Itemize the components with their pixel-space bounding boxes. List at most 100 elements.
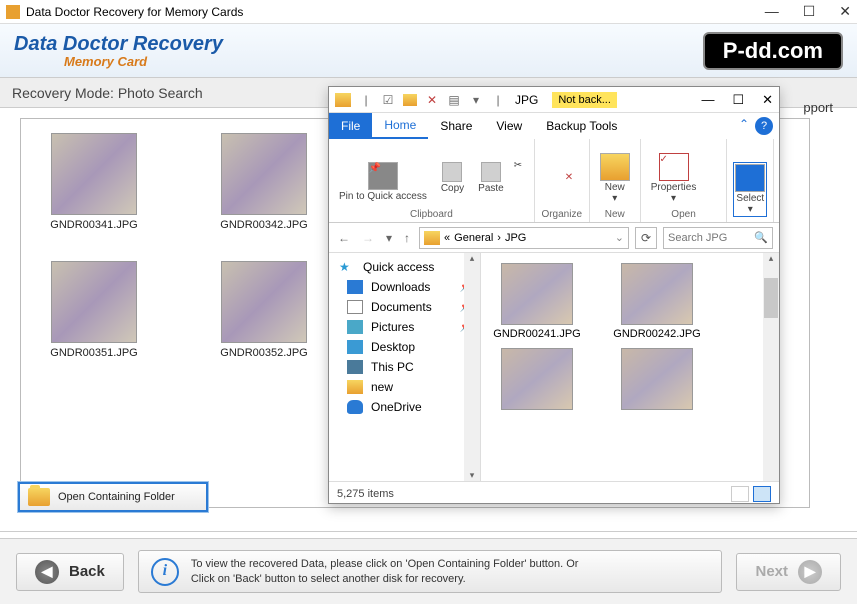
file-explorer-window: | ☑ ✕ ▤ ▾ | JPG Not back... — ☐ ✕ File H… — [328, 86, 780, 504]
support-button-partial[interactable]: pport — [803, 100, 833, 115]
sidebar-item-documents[interactable]: Documents📌 — [329, 297, 480, 317]
select-icon — [735, 164, 765, 192]
details-view-button[interactable] — [731, 486, 749, 502]
minimize-button[interactable]: — — [765, 3, 779, 20]
nav-up-button[interactable]: ↑ — [401, 231, 413, 245]
sidebar-item-desktop[interactable]: Desktop — [329, 337, 480, 357]
qat-dropdown-icon[interactable]: ▾ — [469, 93, 483, 107]
recovered-thumb[interactable]: GNDR00341.JPG — [39, 133, 149, 231]
sidebar-item-new[interactable]: new — [329, 377, 480, 397]
help-icon[interactable]: ? — [755, 117, 773, 135]
app-title: Data Doctor Recovery for Memory Cards — [26, 5, 243, 19]
properties-button[interactable]: ✓Properties▾ — [647, 151, 701, 206]
photo-thumbnail — [621, 263, 693, 325]
explorer-address-bar: ← → ▾ ↑ « General › JPG ⌄ ⟳ Search JPG 🔍 — [329, 223, 779, 253]
edit-icon[interactable] — [706, 165, 720, 177]
breadcrumb-dropdown-icon[interactable]: ⌄ — [615, 231, 624, 244]
explorer-ribbon: 📌Pin to Quick access Copy Paste ✂ Clipbo… — [329, 139, 779, 223]
explorer-statusbar: 5,275 items — [329, 481, 779, 505]
photo-thumbnail — [51, 133, 137, 215]
thumbnails-view-button[interactable] — [753, 486, 771, 502]
breadcrumb-segment[interactable]: General — [454, 232, 493, 244]
folder-icon — [28, 488, 50, 506]
tab-view[interactable]: View — [484, 113, 534, 139]
refresh-button[interactable]: ⟳ — [635, 227, 657, 249]
recovered-thumb[interactable]: GNDR00351.JPG — [39, 261, 149, 359]
new-folder-icon — [600, 153, 630, 181]
photo-thumbnail — [221, 261, 307, 343]
ribbon-collapse-icon[interactable]: ⌃ — [739, 117, 749, 139]
copy-button[interactable]: Copy — [437, 160, 468, 197]
next-arrow-icon: ▶ — [798, 560, 822, 584]
delete-icon[interactable]: ✕ — [565, 172, 583, 188]
rename-icon[interactable] — [565, 190, 583, 206]
recovered-thumb[interactable]: GNDR00352.JPG — [209, 261, 319, 359]
qat-checkbox-icon[interactable]: ☑ — [381, 93, 395, 107]
nav-recent-dropdown[interactable]: ▾ — [383, 231, 395, 245]
item-count: 5,275 items — [337, 488, 394, 500]
sidebar-item-onedrive[interactable]: OneDrive — [329, 397, 480, 417]
qat-separator: | — [491, 93, 505, 107]
sidebar-item-pictures[interactable]: Pictures📌 — [329, 317, 480, 337]
copy-path-icon[interactable] — [514, 176, 528, 190]
folder-icon — [424, 231, 440, 245]
close-button[interactable]: ✕ — [839, 3, 851, 20]
tab-share[interactable]: Share — [428, 113, 484, 139]
explorer-minimize-button[interactable]: — — [701, 92, 714, 108]
this-pc-icon — [347, 360, 363, 374]
pin-to-quick-access-button[interactable]: 📌Pin to Quick access — [335, 160, 431, 205]
recovered-thumb[interactable]: GNDR00342.JPG — [209, 133, 319, 231]
explorer-maximize-button[interactable]: ☐ — [732, 92, 744, 108]
paste-button[interactable]: Paste — [474, 160, 508, 197]
sidebar-scrollbar[interactable]: ▴▾ — [464, 253, 480, 481]
file-item[interactable]: GNDR00242.JPG — [609, 263, 705, 340]
open-icon[interactable] — [706, 151, 720, 163]
history-icon[interactable] — [706, 179, 720, 191]
file-item[interactable]: GNDR00241.JPG — [489, 263, 585, 340]
documents-icon — [347, 300, 363, 314]
explorer-sidebar: ★Quick access Downloads📌 Documents📌 Pict… — [329, 253, 481, 481]
sidebar-item-this-pc[interactable]: This PC — [329, 357, 480, 377]
search-input[interactable]: Search JPG 🔍 — [663, 227, 773, 249]
pictures-icon — [347, 320, 363, 334]
app-icon — [6, 5, 20, 19]
file-pane-scrollbar[interactable]: ▴ — [763, 253, 779, 481]
tab-home[interactable]: Home — [372, 113, 428, 139]
properties-icon: ✓ — [659, 153, 689, 181]
maximize-button[interactable]: ☐ — [803, 3, 816, 20]
select-button[interactable]: Select▾ — [733, 162, 767, 217]
app-logo: Data Doctor Recovery Memory Card — [14, 33, 223, 69]
copy-to-icon[interactable] — [541, 190, 559, 206]
nav-back-button[interactable]: ← — [335, 231, 353, 245]
qat-separator: | — [359, 93, 373, 107]
new-folder-button[interactable]: New▾ — [596, 151, 634, 206]
explorer-file-pane[interactable]: GNDR00241.JPG GNDR00242.JPG ▴ — [481, 253, 779, 481]
explorer-titlebar[interactable]: | ☑ ✕ ▤ ▾ | JPG Not back... — ☐ ✕ — [329, 87, 779, 113]
main-titlebar: Data Doctor Recovery for Memory Cards — … — [0, 0, 857, 24]
breadcrumb[interactable]: « General › JPG ⌄ — [419, 227, 629, 249]
folder-icon — [347, 380, 363, 394]
downloads-icon — [347, 280, 363, 294]
file-item[interactable] — [489, 348, 585, 410]
back-button[interactable]: ◀ Back — [16, 553, 124, 591]
cut-icon[interactable]: ✂ — [514, 160, 528, 174]
move-to-icon[interactable] — [541, 172, 559, 188]
folder-icon[interactable] — [403, 94, 417, 106]
open-containing-folder-button[interactable]: Open Containing Folder — [18, 482, 208, 512]
tab-backup-tools[interactable]: Backup Tools — [534, 113, 629, 139]
photo-thumbnail — [621, 348, 693, 410]
not-backed-up-badge[interactable]: Not back... — [552, 92, 617, 108]
nav-forward-button[interactable]: → — [359, 231, 377, 245]
breadcrumb-segment[interactable]: JPG — [505, 232, 526, 244]
brand-badge: P-dd.com — [703, 32, 843, 70]
tab-file[interactable]: File — [329, 113, 372, 139]
paste-shortcut-icon[interactable] — [514, 192, 528, 206]
qat-delete-icon[interactable]: ✕ — [425, 93, 439, 107]
file-item[interactable] — [609, 348, 705, 410]
sidebar-quick-access[interactable]: ★Quick access — [329, 257, 480, 277]
explorer-close-button[interactable]: ✕ — [762, 92, 773, 108]
sidebar-item-downloads[interactable]: Downloads📌 — [329, 277, 480, 297]
qat-properties-icon[interactable]: ▤ — [447, 93, 461, 107]
app-header: Data Doctor Recovery Memory Card P-dd.co… — [0, 24, 857, 78]
info-text: To view the recovered Data, please click… — [191, 557, 579, 586]
